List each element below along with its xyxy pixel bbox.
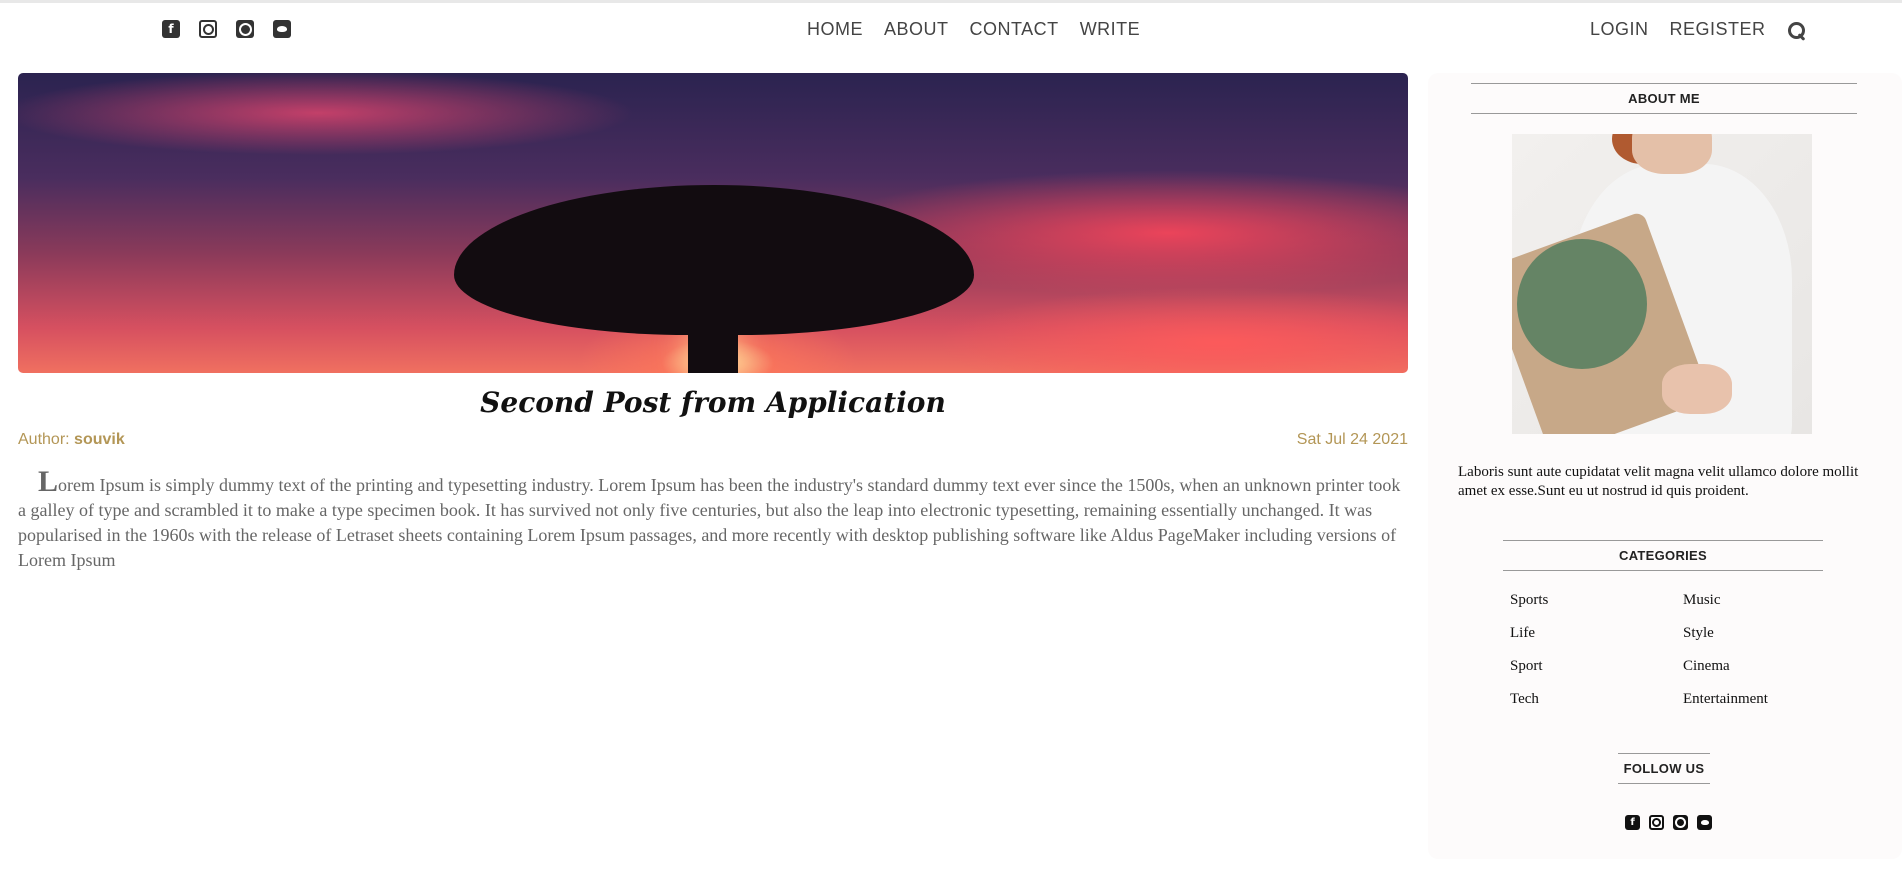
sidebar-social-icons: f: [1625, 815, 1712, 830]
about-me-photo: [1512, 134, 1812, 434]
post-cover-image: [18, 73, 1408, 373]
follow-us-heading: FOLLOW US: [1618, 753, 1710, 784]
auth-nav: LOGIN REGISTER: [1590, 19, 1766, 40]
top-social-icons: f: [162, 20, 291, 38]
photo-hand: [1662, 364, 1732, 414]
nav-contact-link[interactable]: CONTACT: [970, 19, 1059, 40]
category-life[interactable]: Life: [1510, 624, 1683, 643]
category-style[interactable]: Style: [1683, 624, 1830, 643]
tree-trunk: [688, 313, 738, 373]
instagram-icon[interactable]: [1649, 815, 1664, 830]
category-music[interactable]: Music: [1683, 591, 1830, 610]
pinterest-icon[interactable]: [1673, 815, 1688, 830]
post-author: Author: souvik: [18, 431, 125, 449]
top-navbar: f HOME ABOUT CONTACT WRITE LOGIN REGISTE…: [0, 0, 1902, 55]
about-me-heading: ABOUT ME: [1471, 83, 1857, 114]
categories-list: Sports Music Life Style Sport Cinema Tec…: [1510, 591, 1830, 709]
nav-home-link[interactable]: HOME: [807, 19, 863, 40]
single-post: Second Post from Application Author: sou…: [18, 73, 1408, 573]
post-dropcap: L: [38, 465, 59, 498]
search-icon[interactable]: [1788, 22, 1806, 40]
register-link[interactable]: REGISTER: [1670, 19, 1766, 40]
photo-bouquet-greens: [1517, 239, 1647, 369]
login-link[interactable]: LOGIN: [1590, 19, 1649, 40]
post-date: Sat Jul 24 2021: [1296, 431, 1408, 448]
twitter-icon[interactable]: [1697, 815, 1712, 830]
category-sports[interactable]: Sports: [1510, 591, 1683, 610]
facebook-icon[interactable]: f: [1625, 815, 1640, 830]
about-me-text: Laboris sunt aute cupidatat velit magna …: [1458, 464, 1859, 499]
pinterest-icon[interactable]: [236, 20, 254, 38]
sidebar: ABOUT ME Laboris sunt aute cupidatat vel…: [1428, 73, 1902, 859]
main-nav: HOME ABOUT CONTACT WRITE: [807, 19, 1140, 40]
author-label: Author:: [18, 431, 70, 448]
author-name-link[interactable]: souvik: [74, 431, 125, 448]
post-body-text: orem Ipsum is simply dummy text of the p…: [18, 475, 1401, 570]
twitter-icon[interactable]: [273, 20, 291, 38]
photo-face: [1632, 134, 1712, 174]
instagram-icon[interactable]: [199, 20, 217, 38]
nav-about-link[interactable]: ABOUT: [884, 19, 949, 40]
post-body: Lorem Ipsum is simply dummy text of the …: [18, 467, 1408, 573]
facebook-icon[interactable]: f: [162, 20, 180, 38]
category-tech[interactable]: Tech: [1510, 690, 1683, 709]
category-entertainment[interactable]: Entertainment: [1683, 690, 1830, 709]
category-cinema[interactable]: Cinema: [1683, 657, 1830, 676]
post-meta: Author: souvik Sat Jul 24 2021: [18, 431, 1408, 453]
category-sport[interactable]: Sport: [1510, 657, 1683, 676]
categories-heading: CATEGORIES: [1503, 540, 1823, 571]
nav-write-link[interactable]: WRITE: [1080, 19, 1141, 40]
post-title: Second Post from Application: [480, 386, 946, 419]
